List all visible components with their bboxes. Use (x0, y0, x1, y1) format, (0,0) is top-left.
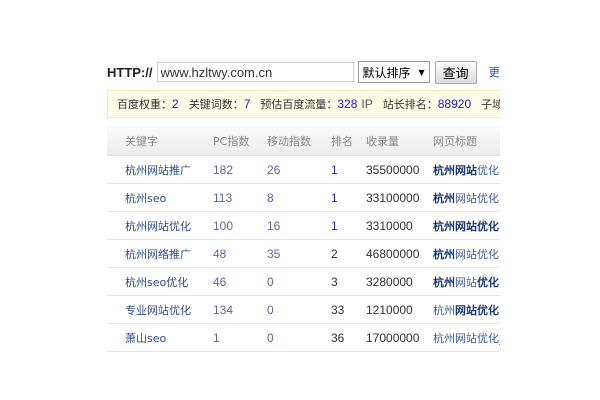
dropdown-arrow-icon: ▼ (418, 67, 425, 77)
stat-value: 7 (243, 97, 251, 111)
page-title-link[interactable]: 杭州网站优化_ (433, 323, 500, 352)
stat-unit: IP (361, 97, 373, 111)
table-row: 杭州网站优化 100 16 1 3310000 杭州网站优化 (107, 211, 500, 240)
column-header: 网页标题 (433, 126, 500, 156)
rank-cell: 1 (331, 183, 366, 212)
query-button[interactable]: 查询 (434, 60, 477, 84)
title-segment: 优化 (477, 163, 499, 177)
stat-label: 站长排名： (382, 98, 438, 111)
title-segment: 杭州 (433, 191, 455, 205)
rank-cell: 36 (331, 323, 366, 352)
pc-cell: 48 (213, 239, 267, 268)
column-header: 收录量 (366, 126, 433, 156)
mobile-cell: 35 (267, 239, 331, 268)
table-row: 专业网站优化 134 0 33 1210000 杭州网站优化 (107, 295, 500, 324)
site-stats-bar: 百度权重：2 关键词数：7 预估百度流量：328IP 站长排名：88920 子域名 (107, 90, 500, 118)
count-cell: 46800000 (366, 239, 433, 268)
mobile-cell: 0 (267, 267, 331, 296)
pc-cell: 46 (213, 267, 267, 296)
keyword-link[interactable]: 萧山seo (107, 323, 213, 352)
mobile-cell: 8 (267, 183, 331, 212)
page-title-link[interactable]: 杭州网站优化 (433, 267, 500, 296)
stat-label: 百度权重： (117, 98, 172, 111)
rank-cell: 2 (331, 239, 366, 268)
page-title-link[interactable]: 杭州网站优化 (433, 183, 500, 212)
pc-cell: 182 (213, 155, 267, 184)
column-header: 关键字 (107, 126, 213, 156)
mobile-cell: 0 (267, 295, 331, 324)
search-bar: HTTP:// 默认排序 ▼ 查询 更多 (107, 60, 500, 84)
pc-cell: 1 (213, 323, 267, 352)
page-title-link[interactable]: 杭州网站优化 (433, 295, 500, 324)
stat-value: 2 (172, 97, 179, 111)
stat-label: 子域名 (481, 98, 500, 111)
table-row: 杭州网站推广 182 26 1 35500000 杭州网站优化 (107, 155, 500, 184)
keyword-link[interactable]: 杭州网络推广 (107, 239, 213, 268)
url-input[interactable] (156, 62, 354, 82)
count-cell: 1210000 (366, 295, 433, 324)
rank-cell: 1 (331, 155, 366, 184)
keyword-link[interactable]: 杭州网站优化 (107, 211, 213, 240)
stat-label: 预估百度流量： (260, 98, 338, 111)
pc-cell: 100 (213, 211, 267, 240)
keyword-link[interactable]: 专业网站优化 (107, 295, 213, 324)
pc-cell: 113 (213, 183, 267, 212)
table-header-row: 关键字 PC指数 移动指数 排名 收录量 网页标题 (107, 126, 500, 156)
column-header: 排名 (331, 126, 366, 156)
column-header: 移动指数 (267, 126, 331, 156)
keyword-link[interactable]: 杭州seo优化 (107, 267, 213, 296)
stat-value: 88920 (437, 97, 472, 111)
rank-cell: 3 (331, 267, 366, 296)
title-segment: 杭州网站 (433, 163, 477, 177)
stat-label: 关键词数： (188, 98, 244, 111)
mobile-cell: 0 (267, 323, 331, 352)
mobile-cell: 16 (267, 211, 331, 240)
keyword-link[interactable]: 杭州seo (107, 183, 213, 212)
http-label: HTTP:// (107, 64, 153, 80)
table-row: 杭州网络推广 48 35 2 46800000 杭州网站优化 (107, 239, 500, 268)
column-header: PC指数 (213, 126, 267, 156)
more-link[interactable]: 更多 (489, 64, 500, 80)
page-title-link[interactable]: 杭州网站优化 (433, 239, 500, 268)
sort-select-value: 默认排序 (362, 65, 411, 80)
title-segment: 杭州网站优化 (433, 219, 499, 233)
keyword-link[interactable]: 杭州网站推广 (107, 155, 213, 184)
title-segment: 杭州 (433, 247, 455, 261)
title-segment: 网站 (455, 275, 477, 289)
table-row: 杭州seo 113 8 1 33100000 杭州网站优化 (107, 183, 500, 212)
count-cell: 3310000 (366, 211, 433, 240)
seo-query-panel: HTTP:// 默认排序▼ 查询 更多 百度权重：2关键词数：7预估百度流量：3… (107, 58, 500, 358)
title-segment: 杭州 (433, 303, 455, 317)
stat-value: 328 (337, 97, 358, 111)
count-cell: 33100000 (366, 183, 433, 212)
table-row: 萧山seo 1 0 36 17000000 杭州网站优化_ (107, 323, 500, 352)
title-segment: 杭州 (433, 275, 455, 289)
table-row: 杭州seo优化 46 0 3 3280000 杭州网站优化 (107, 267, 500, 296)
pc-cell: 134 (213, 295, 267, 324)
page-title-link[interactable]: 杭州网站优化 (433, 155, 500, 184)
title-segment: 网站优化 (455, 247, 499, 261)
rank-cell: 33 (331, 295, 366, 324)
page-title-link[interactable]: 杭州网站优化 (433, 211, 500, 240)
count-cell: 3280000 (366, 267, 433, 296)
title-segment: 网站优化 (455, 191, 499, 205)
title-segment: 网站优化 (455, 303, 499, 317)
title-segment: 优化 (477, 275, 499, 289)
keyword-table: 关键字 PC指数 移动指数 排名 收录量 网页标题 杭州网站推广 182 26 1 3550000… (107, 126, 500, 352)
count-cell: 35500000 (366, 155, 433, 184)
mobile-cell: 26 (267, 155, 331, 184)
count-cell: 17000000 (366, 323, 433, 352)
rank-cell: 1 (331, 211, 366, 240)
title-segment: 杭州网站优化_ (433, 331, 500, 345)
sort-select[interactable]: 默认排序 ▼ (357, 61, 430, 83)
